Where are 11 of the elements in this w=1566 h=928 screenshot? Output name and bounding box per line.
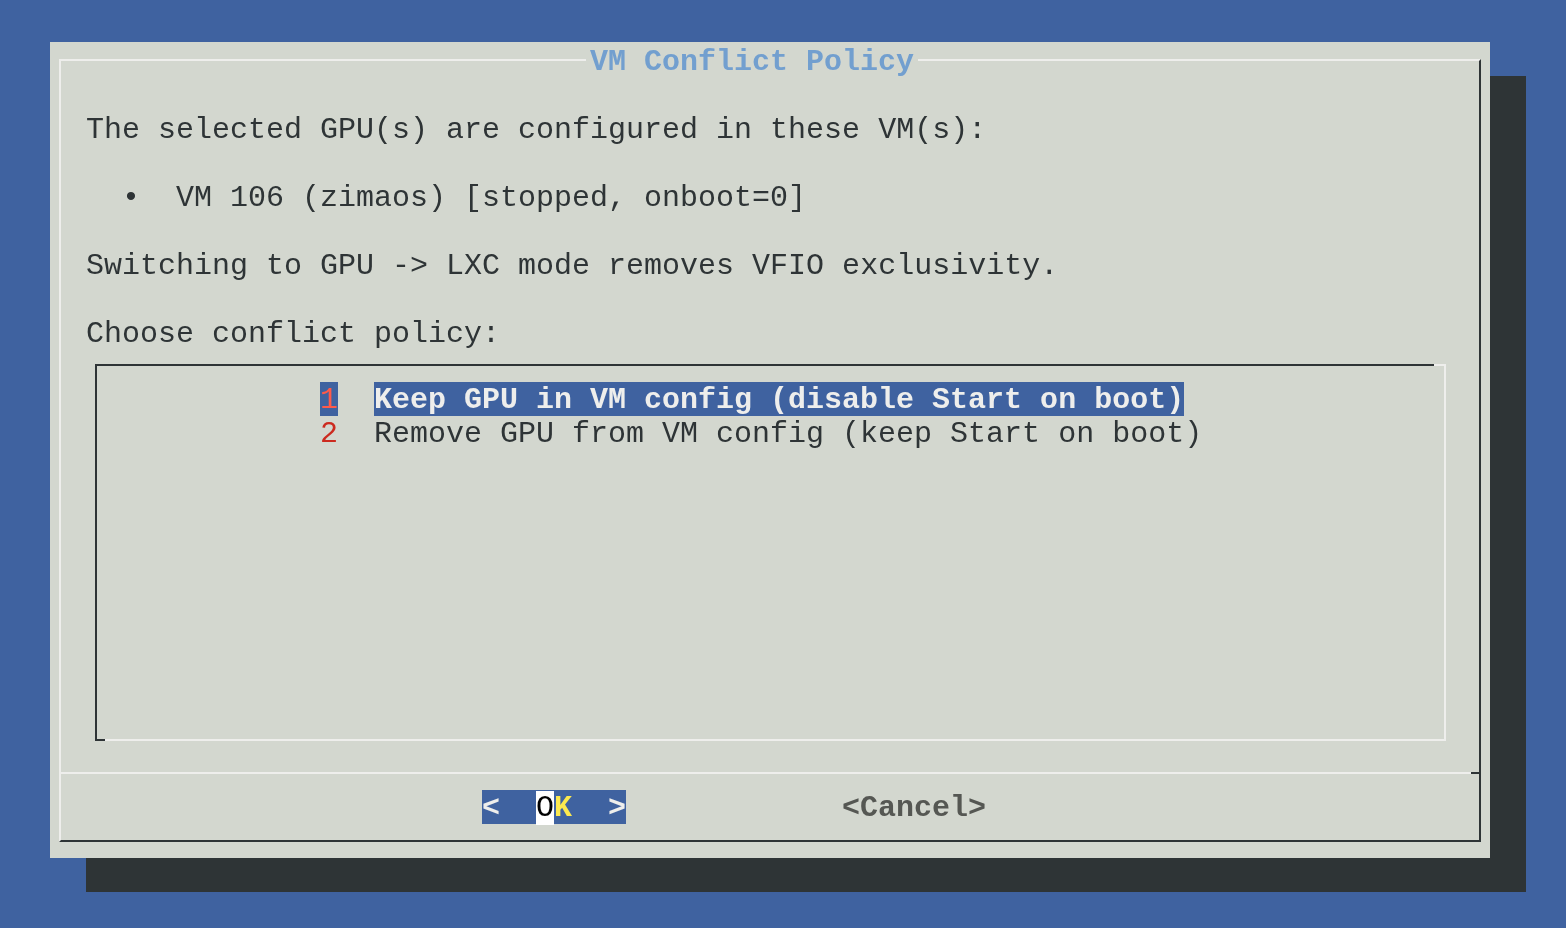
message-text: The selected GPU(s) are configured in these VM(s): <box>86 112 987 146</box>
message-text: Switching to GPU -> LXC mode removes VFIO exclusivity. <box>86 248 1059 282</box>
cancel-button[interactable]: <Cancel> <box>842 790 987 824</box>
bullet-item: • VM 106 (zimaos) [stopped, onboot=0] <box>122 180 807 214</box>
menu-item-number: 2 <box>320 416 338 450</box>
ok-button[interactable]: < OK > <box>482 790 627 824</box>
menu-item[interactable]: Keep GPU in VM config (disable Start on boot) <box>374 382 1185 416</box>
menu-item-number: 1 <box>320 382 338 416</box>
menu-item[interactable]: Remove GPU from VM config (keep Start on boot) <box>374 416 1203 450</box>
dialog-title: VM Conflict Policy <box>585 45 919 79</box>
message-text: Choose conflict policy: <box>86 316 501 350</box>
